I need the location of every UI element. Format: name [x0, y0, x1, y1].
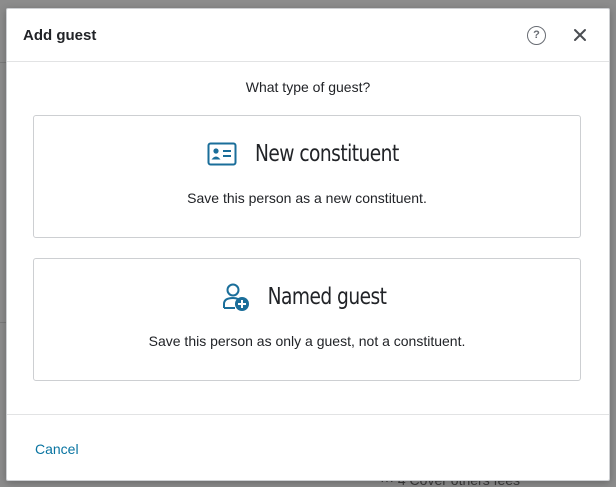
option-heading: Named guest — [34, 281, 580, 313]
close-button[interactable] — [570, 25, 590, 45]
new-constituent-option[interactable]: New constituent Save this person as a ne… — [33, 115, 581, 238]
option-description: Save this person as a new constituent. — [187, 190, 427, 206]
option-title: Named guest — [267, 284, 387, 310]
id-card-icon — [207, 142, 237, 166]
add-guest-dialog: Add guest ? What type of guest? New cons… — [6, 8, 610, 481]
help-icon: ? — [533, 29, 540, 41]
option-description: Save this person as only a guest, not a … — [148, 333, 466, 349]
option-title: New constituent — [255, 141, 399, 167]
help-button[interactable]: ? — [527, 26, 546, 45]
person-add-icon — [222, 283, 249, 311]
option-heading: New constituent — [34, 138, 580, 170]
dialog-title: Add guest — [23, 27, 97, 44]
close-icon — [574, 29, 586, 41]
named-guest-option[interactable]: Named guest Save this person as only a g… — [33, 258, 581, 381]
dialog-footer: Cancel — [7, 414, 609, 482]
cancel-button[interactable]: Cancel — [35, 441, 79, 457]
dialog-header: Add guest ? — [7, 9, 609, 62]
guest-type-prompt: What type of guest? — [245, 79, 371, 95]
